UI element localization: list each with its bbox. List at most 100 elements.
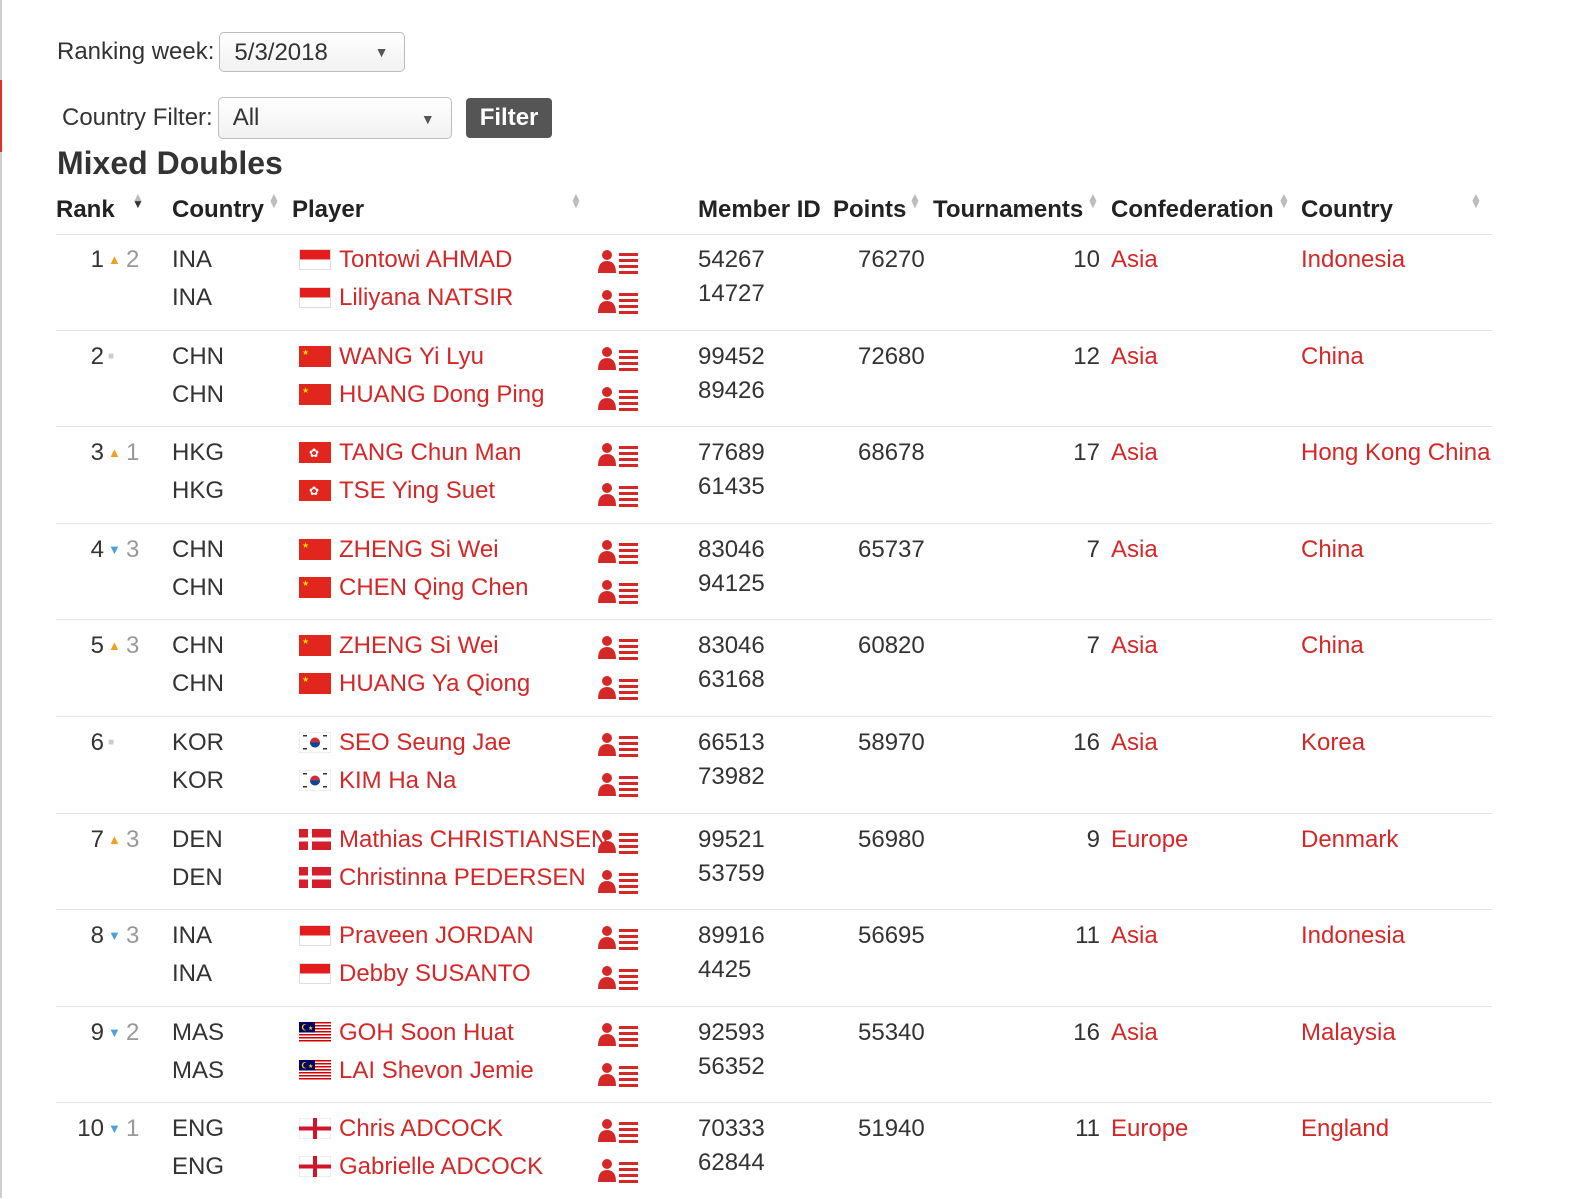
player-link[interactable]: HUANG Ya Qiong — [339, 670, 530, 698]
player-link[interactable]: Liliyana NATSIR — [339, 284, 513, 312]
player-profile-icon[interactable] — [598, 1157, 638, 1184]
player-profile-icon[interactable] — [598, 578, 638, 604]
country-filter-select[interactable]: All ▼ — [217, 97, 452, 139]
country-link[interactable]: Korea — [1301, 729, 1365, 757]
chevron-down-icon: ▼ — [420, 111, 435, 127]
country-link[interactable]: Denmark — [1301, 826, 1398, 854]
member-id: 89426 — [698, 376, 765, 404]
ranking-week-select[interactable]: 5/3/2018 ▼ — [219, 32, 406, 72]
player-profile-icon[interactable] — [598, 1061, 638, 1087]
member-id: 92593 — [698, 1018, 765, 1046]
player-profile-icon[interactable] — [598, 1021, 638, 1047]
player-link[interactable]: Debby SUSANTO — [339, 960, 531, 988]
player-profile-icon[interactable] — [598, 771, 638, 797]
header-tournaments[interactable]: Tournaments — [933, 196, 1083, 224]
player-profile-icon[interactable] — [598, 345, 638, 371]
country-link[interactable]: England — [1301, 1115, 1389, 1143]
confederation-link[interactable]: Asia — [1111, 729, 1158, 757]
confederation-link[interactable]: Asia — [1111, 439, 1158, 467]
confederation-link[interactable]: Europe — [1111, 826, 1188, 854]
member-id: 61435 — [698, 473, 765, 501]
sort-icon[interactable]: ▲ ▼ — [570, 191, 582, 210]
header-points[interactable]: Points — [833, 196, 906, 224]
page-title: Mixed Doubles — [57, 145, 283, 181]
country-link[interactable]: Malaysia — [1301, 1019, 1396, 1047]
member-id: 99521 — [698, 825, 765, 853]
player-link[interactable]: ZHENG Si Wei — [339, 536, 499, 564]
player-profile-icon[interactable] — [598, 481, 638, 508]
player-profile-icon[interactable] — [598, 964, 638, 991]
player-link[interactable]: LAI Shevon Jemie — [339, 1057, 534, 1085]
player-link[interactable]: GOH Soon Huat — [339, 1019, 514, 1047]
confederation-link[interactable]: Asia — [1111, 922, 1158, 950]
country-link[interactable]: Indonesia — [1301, 246, 1405, 274]
rank-value: 9 — [90, 1018, 104, 1046]
header-confederation[interactable]: Confederation — [1111, 196, 1274, 224]
player-link[interactable]: SEO Seung Jae — [339, 729, 511, 757]
malaysia-flag-icon: ★ — [299, 1021, 331, 1043]
player-profile-icon[interactable] — [598, 441, 638, 468]
member-id: 63168 — [698, 666, 765, 694]
player-profile-icon[interactable] — [598, 924, 638, 951]
svg-text:★: ★ — [302, 675, 309, 684]
player-link[interactable]: Chris ADCOCK — [339, 1115, 503, 1143]
player-link[interactable]: CHEN Qing Chen — [339, 574, 528, 602]
rank-change: 1 — [126, 439, 140, 467]
sort-icon[interactable]: ▲ ▼ — [132, 191, 144, 210]
sort-icon[interactable]: ▲ ▼ — [1087, 191, 1099, 210]
confederation-link[interactable]: Asia — [1111, 246, 1158, 274]
table-row: 2 ■ CHN CHN ★ ★ WANG Yi Lyu HUANG Dong Ping 9945… — [56, 331, 1492, 428]
player-profile-icon[interactable] — [598, 868, 638, 894]
confederation-link[interactable]: Europe — [1111, 1115, 1188, 1143]
points-value: 58970 — [858, 728, 925, 756]
confederation-link[interactable]: Asia — [1111, 632, 1158, 660]
player-profile-icon[interactable] — [598, 731, 638, 757]
confederation-link[interactable]: Asia — [1111, 1019, 1158, 1047]
country-code: CHN — [172, 573, 224, 601]
player-link[interactable]: Praveen JORDAN — [339, 922, 534, 950]
player-profile-icon[interactable] — [598, 1117, 638, 1144]
player-link[interactable]: KIM Ha Na — [339, 767, 456, 795]
header-rank[interactable]: Rank — [56, 196, 115, 224]
player-link[interactable]: Tontowi AHMAD — [339, 246, 512, 274]
svg-text:★: ★ — [302, 348, 309, 357]
country-link[interactable]: China — [1301, 632, 1364, 660]
player-profile-icon[interactable] — [598, 385, 638, 411]
sort-icon[interactable]: ▲ ▼ — [1278, 191, 1290, 210]
player-link[interactable]: TANG Chun Man — [339, 439, 521, 467]
rank-change: 2 — [126, 1018, 140, 1046]
sort-icon[interactable]: ▲ ▼ — [1470, 191, 1482, 210]
rank-value: 5 — [90, 632, 104, 660]
player-profile-icon[interactable] — [598, 538, 638, 564]
player-profile-icon[interactable] — [598, 634, 638, 661]
player-profile-icon[interactable] — [598, 248, 638, 274]
table-row: 5 ▲ 3 CHN CHN ★ ★ ZHENG Si Wei HUANG Ya Qiong 830… — [56, 620, 1492, 717]
header-player[interactable]: Player — [292, 196, 364, 224]
country-code: INA — [172, 284, 213, 311]
confederation-link[interactable]: Asia — [1111, 536, 1158, 564]
filter-button[interactable]: Filter — [465, 98, 553, 138]
player-profile-icon[interactable] — [598, 674, 638, 701]
player-link[interactable]: Mathias CHRISTIANSEN — [339, 826, 608, 854]
player-link[interactable]: HUANG Dong Ping — [339, 381, 544, 409]
player-link[interactable]: ZHENG Si Wei — [339, 632, 499, 660]
country-link[interactable]: China — [1301, 343, 1364, 371]
header-country-name[interactable]: Country — [1301, 196, 1393, 224]
country-link[interactable]: China — [1301, 536, 1364, 564]
country-link[interactable]: Indonesia — [1301, 922, 1405, 950]
member-id: 54267 — [698, 246, 765, 273]
player-link[interactable]: TSE Ying Suet — [339, 477, 495, 505]
country-link[interactable]: Hong Kong China — [1301, 439, 1490, 467]
player-link[interactable]: Christinna PEDERSEN — [339, 864, 586, 892]
header-country[interactable]: Country — [172, 196, 264, 224]
sort-icon[interactable]: ▲ ▼ — [268, 191, 280, 210]
player-profile-icon[interactable] — [598, 828, 638, 854]
player-link[interactable]: WANG Yi Lyu — [339, 343, 484, 371]
country-code: KOR — [172, 766, 225, 794]
confederation-link[interactable]: Asia — [1111, 343, 1158, 371]
denmark-flag-icon — [299, 866, 331, 888]
country-code: CHN — [172, 380, 224, 408]
player-link[interactable]: Gabrielle ADCOCK — [339, 1153, 543, 1181]
sort-icon[interactable]: ▲ ▼ — [909, 191, 921, 210]
player-profile-icon[interactable] — [598, 288, 638, 314]
